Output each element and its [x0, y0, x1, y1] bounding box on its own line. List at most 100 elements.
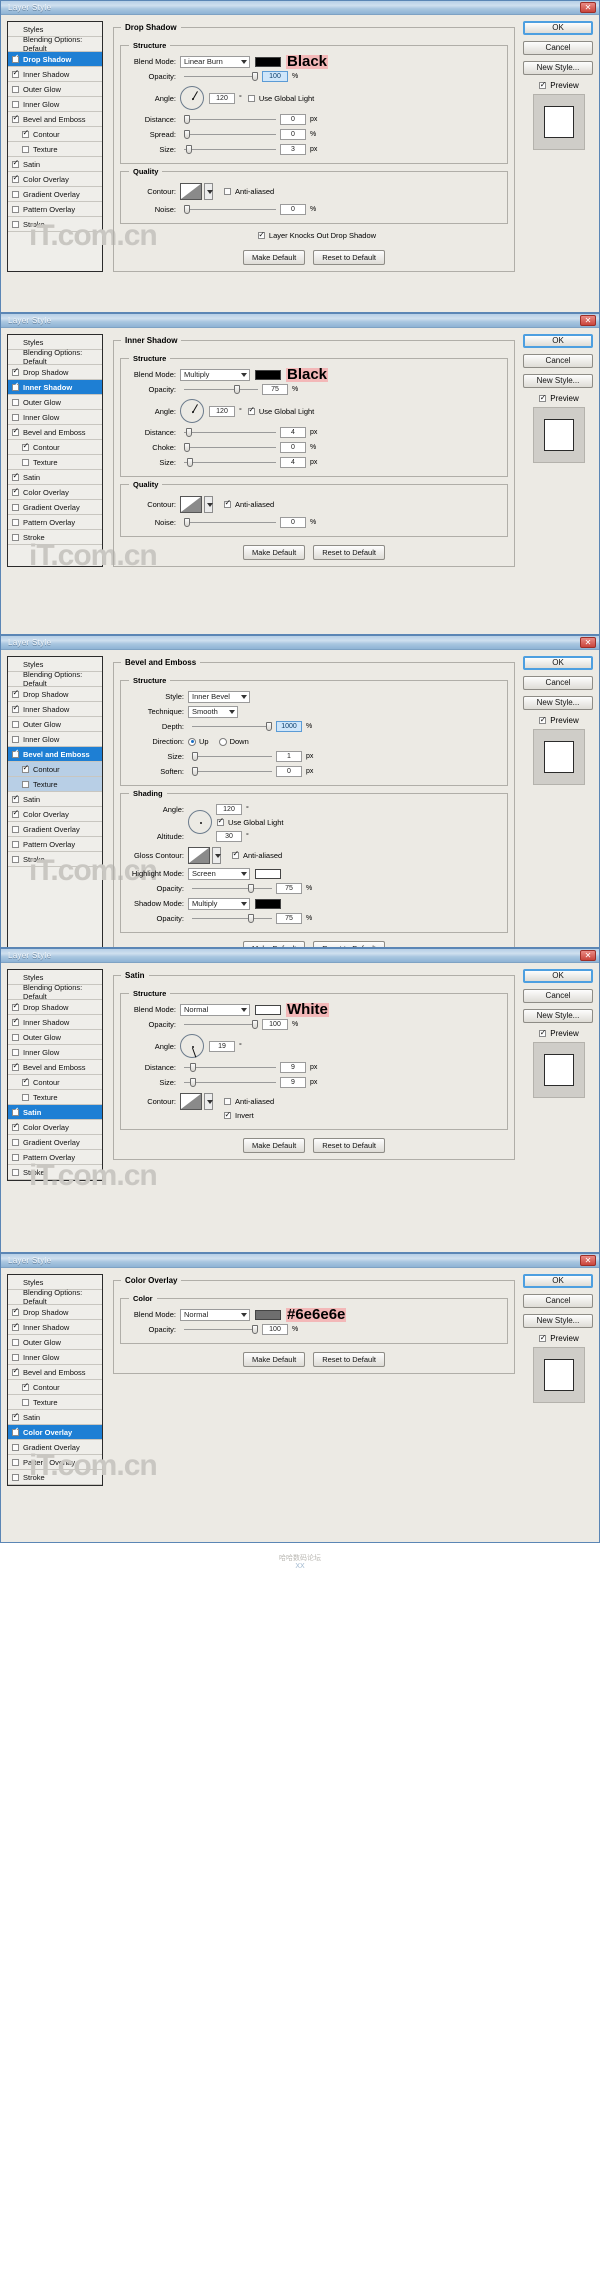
sidebar-item-inner-shadow[interactable]: Inner Shadow	[8, 1015, 102, 1030]
checkbox-icon[interactable]	[22, 145, 29, 153]
angle-dial[interactable]	[180, 1034, 204, 1058]
checkbox-icon[interactable]	[22, 1076, 29, 1086]
close-icon[interactable]: ✕	[580, 2, 596, 13]
shadow-color-swatch[interactable]	[255, 369, 281, 380]
sidebar-item-satin[interactable]: Satin	[8, 1410, 102, 1425]
sidebar-item-satin[interactable]: Satin	[8, 157, 102, 172]
sidebar-item-bevel-and-emboss[interactable]: Bevel and Emboss	[8, 1060, 102, 1075]
sidebar-item-texture[interactable]: Texture	[8, 455, 102, 470]
contour-preview[interactable]	[180, 182, 202, 200]
preview-toggle[interactable]: Preview	[523, 1028, 595, 1038]
angle-input[interactable]: 120	[209, 92, 235, 104]
sidebar-item-blending-options[interactable]: Blending Options: Default	[8, 983, 102, 1001]
sidebar-item-color-overlay[interactable]: Color Overlay	[8, 807, 102, 822]
contour-dropdown-icon[interactable]	[204, 182, 213, 200]
size-slider[interactable]	[184, 144, 276, 155]
sidebar-item-blending-options[interactable]: Blending Options: Default	[8, 348, 102, 366]
size-slider[interactable]	[184, 1077, 276, 1088]
blend-mode-select[interactable]: Multiply	[180, 368, 250, 381]
contour-preview[interactable]	[180, 1092, 202, 1110]
distance-input[interactable]: 9	[280, 1062, 306, 1073]
checkbox-icon[interactable]	[12, 53, 19, 63]
checkbox-icon[interactable]	[12, 68, 19, 78]
sidebar-item-pattern-overlay[interactable]: Pattern Overlay	[8, 837, 102, 852]
size-slider[interactable]	[192, 751, 272, 762]
ok-button[interactable]: OK	[523, 1274, 593, 1288]
checkbox-icon[interactable]	[12, 503, 19, 511]
sidebar-item-inner-glow[interactable]: Inner Glow	[8, 410, 102, 425]
depth-input[interactable]: 1000	[276, 721, 302, 732]
sidebar-item-satin[interactable]: Satin	[8, 792, 102, 807]
shadow-opacity-slider[interactable]	[192, 913, 272, 924]
sidebar-item-bevel-and-emboss[interactable]: Bevel and Emboss	[8, 747, 102, 762]
preview-toggle[interactable]: Preview	[523, 1333, 595, 1343]
checkbox-icon[interactable]	[12, 1121, 19, 1131]
sidebar-item-drop-shadow[interactable]: Drop Shadow	[8, 52, 102, 67]
new-style-button[interactable]: New Style...	[523, 61, 593, 75]
use-global-light-toggle[interactable]: Use Global Light	[247, 405, 314, 416]
sidebar-item-stroke[interactable]: Stroke	[8, 530, 102, 545]
sidebar-item-outer-glow[interactable]: Outer Glow	[8, 1030, 102, 1045]
sidebar-item-bevel-and-emboss[interactable]: Bevel and Emboss	[8, 112, 102, 127]
sidebar-item-inner-shadow[interactable]: Inner Shadow	[8, 702, 102, 717]
soften-slider[interactable]	[192, 766, 272, 777]
cancel-button[interactable]: Cancel	[523, 1294, 593, 1308]
sidebar-item-blending-options[interactable]: Blending Options: Default	[8, 35, 102, 53]
highlight-mode-select[interactable]: Screen	[188, 867, 250, 880]
gloss-contour-dropdown-icon[interactable]	[212, 846, 221, 864]
checkbox-icon[interactable]	[12, 190, 19, 198]
satin-color-swatch[interactable]	[255, 1004, 281, 1015]
sidebar-item-inner-glow[interactable]: Inner Glow	[8, 1045, 102, 1060]
soften-input[interactable]: 0	[276, 766, 302, 777]
sidebar-item-outer-glow[interactable]: Outer Glow	[8, 82, 102, 97]
make-default-button[interactable]: Make Default	[243, 941, 306, 947]
sidebar-item-color-overlay[interactable]: Color Overlay	[8, 1425, 102, 1440]
shadow-color-swatch[interactable]	[255, 56, 281, 67]
checkbox-icon[interactable]	[22, 763, 29, 773]
sidebar-item-texture[interactable]: Texture	[8, 1090, 102, 1105]
sidebar-item-texture[interactable]: Texture	[8, 777, 102, 792]
checkbox-icon[interactable]	[12, 426, 19, 436]
angle-dial[interactable]	[180, 399, 204, 423]
checkbox-icon[interactable]	[22, 441, 29, 451]
new-style-button[interactable]: New Style...	[523, 1314, 593, 1328]
sidebar-item-satin[interactable]: Satin	[8, 1105, 102, 1120]
checkbox-icon[interactable]	[22, 780, 29, 788]
opacity-input[interactable]: 100	[262, 71, 288, 82]
checkbox-icon[interactable]	[12, 1353, 19, 1361]
anti-aliased-toggle[interactable]: Anti-aliased	[224, 1097, 274, 1106]
highlight-opacity-slider[interactable]	[192, 883, 272, 894]
contour-dropdown-icon[interactable]	[204, 495, 213, 513]
opacity-input[interactable]: 100	[262, 1019, 288, 1030]
overlay-color-swatch[interactable]	[255, 1309, 281, 1320]
sidebar-item-satin[interactable]: Satin	[8, 470, 102, 485]
size-input[interactable]: 4	[280, 457, 306, 468]
reset-to-default-button[interactable]: Reset to Default	[313, 250, 385, 265]
checkbox-icon[interactable]	[12, 486, 19, 496]
sidebar-item-contour[interactable]: Contour	[8, 1380, 102, 1395]
checkbox-icon[interactable]	[12, 413, 19, 421]
altitude-input[interactable]: 30	[216, 831, 242, 842]
sidebar-item-stroke[interactable]: Stroke	[8, 1470, 102, 1485]
checkbox-icon[interactable]	[12, 1048, 19, 1056]
sidebar-item-texture[interactable]: Texture	[8, 1395, 102, 1410]
checkbox-icon[interactable]	[12, 825, 19, 833]
styles-list[interactable]: Styles Blending Options: Default Drop Sh…	[7, 656, 158, 947]
preview-toggle[interactable]: Preview	[523, 715, 595, 725]
distance-slider[interactable]	[184, 1062, 276, 1073]
shadow-opacity-input[interactable]: 75	[276, 913, 302, 924]
checkbox-icon[interactable]	[22, 1398, 29, 1406]
angle-dial[interactable]	[180, 86, 204, 110]
checkbox-icon[interactable]	[12, 748, 19, 758]
checkbox-icon[interactable]	[12, 1366, 19, 1376]
preview-toggle[interactable]: Preview	[523, 80, 595, 90]
opacity-input[interactable]: 100	[262, 1324, 288, 1335]
angle-input[interactable]: 19	[209, 1040, 235, 1052]
ok-button[interactable]: OK	[523, 334, 593, 348]
checkbox-icon[interactable]	[12, 1321, 19, 1331]
blend-mode-select[interactable]: Normal	[180, 1003, 250, 1016]
close-icon[interactable]: ✕	[580, 637, 596, 648]
styles-list[interactable]: Styles Blending Options: Default Drop Sh…	[7, 334, 158, 572]
direction-down-radio[interactable]: Down	[218, 737, 249, 746]
sidebar-item-contour[interactable]: Contour	[8, 127, 102, 142]
